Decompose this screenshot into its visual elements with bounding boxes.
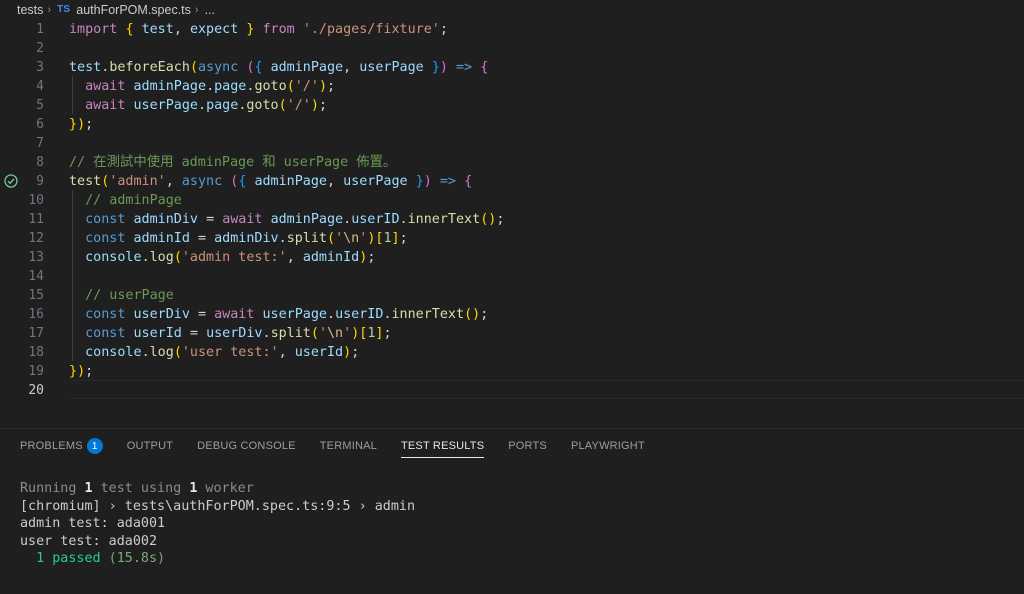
output-user-line: user test: ada002: [20, 533, 158, 549]
code-text: const adminDiv = await adminPage.userID.…: [85, 211, 505, 227]
line-number: 1: [36, 21, 44, 37]
code-line[interactable]: 14: [0, 267, 1024, 286]
line-number: 12: [28, 230, 44, 246]
output-passed-time: (15.8s): [100, 551, 166, 566]
line-number: 20: [28, 382, 44, 398]
output-chromium-line: [chromium] › tests\authForPOM.spec.ts:9:…: [20, 498, 416, 514]
line-number: 2: [36, 40, 44, 56]
problems-count-badge: 1: [86, 438, 103, 454]
output-test-count: 1: [84, 481, 93, 496]
code-text: test('admin', async ({ adminPage, userPa…: [69, 173, 473, 189]
line-number: 19: [28, 363, 44, 379]
code-line[interactable]: 16 const userDiv = await userPage.userID…: [0, 305, 1024, 324]
tab-problems[interactable]: PROBLEMS 1: [20, 429, 103, 463]
panel-tabs: PROBLEMS 1 OUTPUT DEBUG CONSOLE TERMINAL…: [20, 429, 669, 463]
line-number: 17: [28, 325, 44, 341]
tab-ports[interactable]: PORTS: [508, 429, 547, 463]
code-line[interactable]: 18 console.log('user test:', userId);: [0, 343, 1024, 362]
code-line[interactable]: 13 console.log('admin test:', adminId);: [0, 248, 1024, 267]
line-number: 10: [28, 192, 44, 208]
typescript-file-icon: TS: [57, 4, 71, 15]
output-passed-label: 1 passed: [20, 551, 101, 566]
line-number: 3: [36, 59, 44, 75]
breadcrumb: tests › TS authForPOM.spec.ts › ...: [0, 0, 1024, 19]
code-line[interactable]: 1 import { test, expect } from './pages/f…: [0, 20, 1024, 39]
code-text: await adminPage.page.goto('/');: [85, 78, 336, 94]
tab-problems-label: PROBLEMS: [20, 440, 83, 452]
code-text: });: [69, 363, 94, 379]
tab-output[interactable]: OUTPUT: [127, 429, 173, 463]
code-line[interactable]: 8 // 在測試中使用 adminPage 和 userPage 佈置。: [0, 153, 1024, 172]
code-line[interactable]: 5 await userPage.page.goto('/');: [0, 96, 1024, 115]
line-number: 9: [36, 173, 44, 189]
code-text: const userId = userDiv.split('\n')[1];: [85, 325, 392, 341]
code-text: const adminId = adminDiv.split('\n')[1];: [85, 230, 408, 246]
line-number: 15: [28, 287, 44, 303]
breadcrumb-file[interactable]: authForPOM.spec.ts: [76, 3, 191, 17]
code-line[interactable]: 19});: [0, 362, 1024, 381]
line-number: 16: [28, 306, 44, 322]
code-line[interactable]: 20: [0, 381, 1024, 400]
code-text: import { test, expect } from './pages/fi…: [69, 21, 448, 37]
tab-ports-label: PORTS: [508, 440, 547, 452]
code-text: // userPage: [85, 287, 174, 303]
line-number: 14: [28, 268, 44, 284]
code-line[interactable]: 11 const adminDiv = await adminPage.user…: [0, 210, 1024, 229]
tab-terminal[interactable]: TERMINAL: [320, 429, 377, 463]
line-number: 7: [36, 135, 44, 151]
output-running-mid: test using: [92, 481, 190, 496]
code-editor[interactable]: 1 import { test, expect } from './pages/f…: [0, 19, 1024, 419]
tab-playwright-label: PLAYWRIGHT: [570, 440, 645, 452]
code-line[interactable]: 10 // adminPage: [0, 191, 1024, 210]
tab-playwright[interactable]: PLAYWRIGHT: [571, 429, 645, 463]
check-circle-icon[interactable]: [3, 172, 18, 191]
tab-output-label: OUTPUT: [126, 440, 174, 452]
bottom-panel: PROBLEMS 1 OUTPUT DEBUG CONSOLE TERMINAL…: [0, 428, 1024, 594]
code-text: // 在測試中使用 adminPage 和 userPage 佈置。: [69, 154, 397, 170]
code-text: console.log('user test:', userId);: [85, 344, 360, 360]
code-line[interactable]: 3 test.beforeEach(async ({ adminPage, use…: [0, 58, 1024, 77]
code-text: await userPage.page.goto('/');: [85, 97, 327, 113]
breadcrumb-symbol[interactable]: ...: [205, 3, 215, 17]
chevron-right-icon: ›: [194, 3, 199, 16]
code-line[interactable]: 6});: [0, 115, 1024, 134]
chevron-right-icon: ›: [47, 3, 52, 16]
breadcrumb-folder[interactable]: tests: [17, 3, 43, 17]
output-passed-line: 1 passed (15.8s): [20, 550, 165, 568]
line-number: 18: [28, 344, 44, 360]
code-line[interactable]: 9 test('admin', async ({ adminPage, userP…: [0, 172, 1024, 191]
code-text: const userDiv = await userPage.userID.in…: [85, 306, 489, 322]
code-text: console.log('admin test:', adminId);: [85, 249, 376, 265]
code-line[interactable]: 12 const adminId = adminDiv.split('\n')[…: [0, 229, 1024, 248]
code-line[interactable]: 15 // userPage: [0, 286, 1024, 305]
line-number: 5: [36, 97, 44, 113]
code-line[interactable]: 4 await adminPage.page.goto('/');: [0, 77, 1024, 96]
code-line[interactable]: 7: [0, 134, 1024, 153]
line-number: 11: [28, 211, 44, 227]
code-line[interactable]: 2: [0, 39, 1024, 58]
output-running-suffix: worker: [197, 481, 254, 496]
code-text: test.beforeEach(async ({ adminPage, user…: [69, 59, 489, 75]
line-number: 13: [28, 249, 44, 265]
line-number: 6: [36, 116, 44, 132]
line-number: 8: [36, 154, 44, 170]
line-number: 4: [36, 78, 44, 94]
code-text: });: [69, 116, 94, 132]
code-line[interactable]: 17 const userId = userDiv.split('\n')[1]…: [0, 324, 1024, 343]
tab-debug-console[interactable]: DEBUG CONSOLE: [197, 429, 296, 463]
output-running-prefix: Running: [20, 481, 85, 496]
tab-test-results[interactable]: TEST RESULTS: [400, 429, 485, 463]
code-text: // adminPage: [85, 192, 182, 208]
tab-test-results-label: TEST RESULTS: [400, 440, 485, 452]
tab-terminal-label: TERMINAL: [319, 440, 377, 452]
tab-debug-console-label: DEBUG CONSOLE: [197, 440, 296, 452]
output-running-line: Running 1 test using 1 worker: [20, 480, 254, 498]
output-admin-line: admin test: ada001: [20, 516, 166, 531]
